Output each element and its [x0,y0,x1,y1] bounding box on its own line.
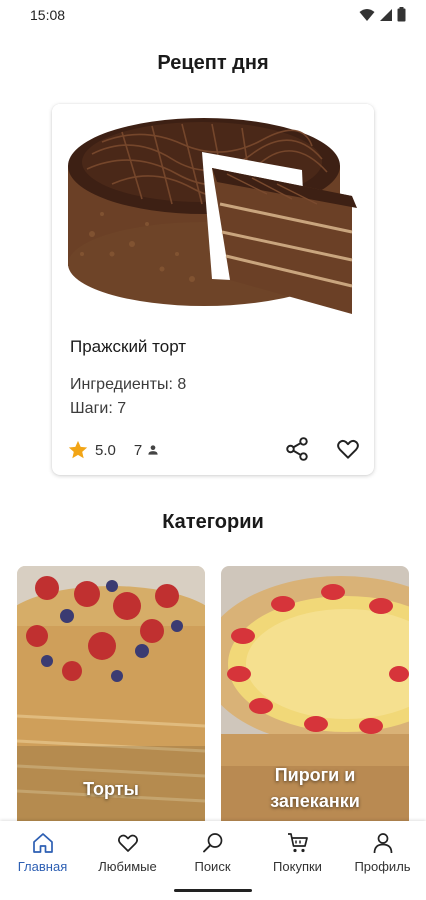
signal-icon [380,8,392,21]
category-cakes[interactable]: Торты [17,566,205,836]
category-pies-label-line2: запеканки [270,791,360,811]
nav-favorites[interactable]: Любимые [85,831,170,874]
home-indicator[interactable] [174,889,252,892]
home-icon [32,833,53,853]
nav-search[interactable]: Поиск [170,831,255,874]
heart-icon [117,834,138,852]
status-icons [359,7,406,22]
category-cakes-label: Торты [83,779,139,799]
recipe-name: Пражский торт [70,337,187,356]
recipe-of-day-title: Рецепт дня [157,52,269,74]
nav-shopping-label: Покупки [273,859,322,874]
categories-title: Категории [162,511,264,533]
category-pies-label-line1: Пироги и [274,765,356,785]
wifi-icon [359,8,375,21]
status-bar: 15:08 [0,0,426,30]
people-count: 7 [133,441,143,459]
nav-home-label: Главная [17,859,68,874]
nav-shopping[interactable]: Покупки [255,831,340,874]
recipe-card[interactable]: Пражский торт Ингредиенты: 8 Шаги: 7 5.0… [52,104,374,475]
status-time: 15:08 [30,7,66,23]
category-pies[interactable]: Пироги и запеканки [221,566,409,836]
battery-icon [397,7,406,22]
share-icon[interactable] [284,436,310,462]
recipe-image[interactable] [52,104,374,319]
rating-row: 5.0 7 [67,439,160,461]
person-icon [148,445,158,455]
rating-value: 5.0 [95,441,116,459]
nav-favorites-label: Любимые [98,859,157,874]
profile-icon [373,833,392,854]
nav-profile-label: Профиль [354,859,411,874]
cart-icon [287,833,308,853]
nav-search-label: Поиск [194,859,231,874]
star-icon [68,440,88,459]
recipe-steps: Шаги: 7 [70,400,127,417]
recipe-ingredients: Ингредиенты: 8 [70,376,187,393]
favorite-heart-icon[interactable] [335,436,361,462]
nav-profile[interactable]: Профиль [340,831,425,874]
nav-home[interactable]: Главная [0,831,85,874]
search-icon [202,833,222,853]
